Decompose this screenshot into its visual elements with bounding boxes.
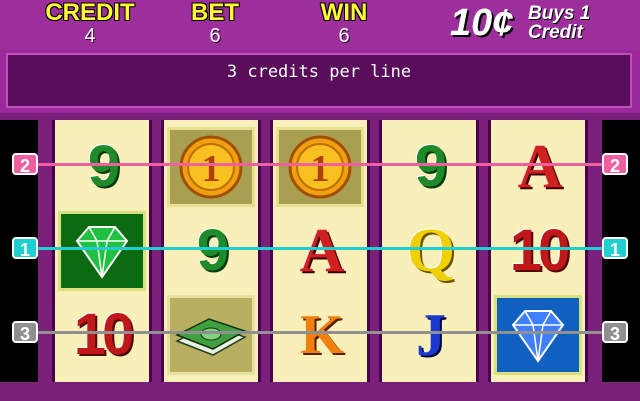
reel-1-middle xyxy=(55,208,149,294)
payline-2 xyxy=(38,163,602,166)
denomination-line1: Buys 1 xyxy=(528,3,591,24)
status-bar: CREDIT 4 BET 6 WIN 6 10¢ Buys 1 Credit xyxy=(0,0,640,50)
reel-4-top: 9 xyxy=(382,124,476,210)
denomination-display: 10¢ Buys 1 Credit xyxy=(450,2,640,46)
win-display: WIN 6 xyxy=(296,0,392,46)
reel-5: A 10 xyxy=(488,120,588,382)
message-text: 3 credits per line xyxy=(226,62,412,82)
reel-3-middle: A xyxy=(273,208,367,294)
ten-symbol: 10 xyxy=(509,218,570,283)
ace-symbol: A xyxy=(517,133,563,201)
nine-symbol: 9 xyxy=(87,134,120,199)
nine-symbol: 9 xyxy=(414,134,447,199)
denomination-line2: Credit xyxy=(528,22,583,43)
reel-2-top: 1 xyxy=(164,124,258,210)
payline-2-right-marker[interactable]: 2 xyxy=(602,153,628,176)
reel-4-middle: Q xyxy=(382,208,476,294)
denomination-amount: 10¢ xyxy=(450,2,514,44)
credit-label: CREDIT xyxy=(45,0,135,26)
credit-display: CREDIT 4 xyxy=(30,0,150,46)
payline-3-right-marker[interactable]: 3 xyxy=(602,321,628,344)
coin-symbol: 1 xyxy=(276,127,364,207)
payline-1 xyxy=(38,247,602,250)
reel-5-bottom xyxy=(491,292,585,378)
reel-1-top: 9 xyxy=(55,124,149,210)
message-panel: 3 credits per line xyxy=(6,53,632,108)
payline-3 xyxy=(38,331,602,334)
reel-4: 9 Q J xyxy=(379,120,479,382)
reel-3-bottom: K xyxy=(273,292,367,378)
reel-2: 1 9 xyxy=(161,120,261,382)
credit-value: 4 xyxy=(84,25,96,47)
reel-1-bottom: 10 xyxy=(55,292,149,378)
payline-1-right-marker[interactable]: 1 xyxy=(602,237,628,260)
coin-symbol: 1 xyxy=(167,127,255,207)
reel-2-bottom xyxy=(164,292,258,378)
queen-symbol: Q xyxy=(406,217,455,285)
nine-symbol: 9 xyxy=(196,218,229,283)
gold-coin-icon: 1 xyxy=(288,135,352,199)
coin-value: 1 xyxy=(311,148,330,190)
jack-symbol: J xyxy=(416,302,446,368)
reel-3-top: 1 xyxy=(273,124,367,210)
reel-5-top: A xyxy=(491,124,585,210)
green-gem-symbol xyxy=(58,211,146,291)
king-symbol: K xyxy=(300,304,344,366)
reel-2-middle: 9 xyxy=(164,208,258,294)
win-value: 6 xyxy=(338,25,350,47)
reel-1: 9 10 xyxy=(52,120,152,382)
blue-gem-symbol xyxy=(494,295,582,375)
blue-gem-icon xyxy=(511,310,565,363)
win-label: WIN xyxy=(320,0,368,26)
reel-3: 1 A K xyxy=(270,120,370,382)
money-stack-icon xyxy=(175,318,247,356)
money-stack-symbol xyxy=(167,295,255,375)
gold-coin-icon: 1 xyxy=(179,135,243,199)
ace-symbol: A xyxy=(299,217,345,285)
bet-value: 6 xyxy=(209,25,221,47)
payline-2-left-marker[interactable]: 2 xyxy=(12,153,38,176)
reel-4-bottom: J xyxy=(382,292,476,378)
ten-symbol: 10 xyxy=(73,302,134,367)
reel-5-middle: 10 xyxy=(491,208,585,294)
bet-display: BET 6 xyxy=(170,0,260,46)
denomination-caption: Buys 1 Credit xyxy=(528,4,590,42)
green-gem-icon xyxy=(75,226,129,279)
payline-1-left-marker[interactable]: 1 xyxy=(12,237,38,260)
bet-label: BET xyxy=(191,0,239,26)
coin-value: 1 xyxy=(202,148,221,190)
payline-3-left-marker[interactable]: 3 xyxy=(12,321,38,344)
